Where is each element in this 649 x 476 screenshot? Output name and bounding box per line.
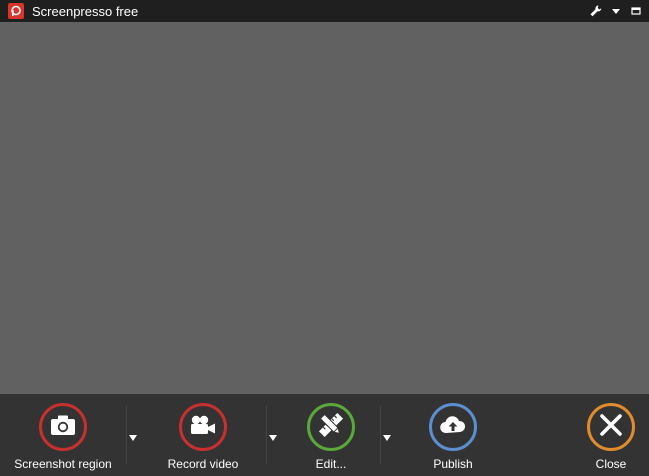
maximize-icon[interactable] (629, 4, 643, 18)
record-video-circle[interactable] (179, 403, 227, 451)
screenpresso-window: Screenpresso free Screenshot region Reco… (0, 0, 649, 476)
video-camera-icon (189, 414, 217, 441)
close-button[interactable]: Close (556, 403, 649, 471)
wrench-icon[interactable] (589, 4, 603, 18)
app-logo-icon (8, 3, 24, 19)
record-video-button[interactable]: Record video (148, 403, 258, 471)
bottom-toolbar: Screenshot region Record video Edit... P… (0, 394, 649, 476)
edit-button[interactable]: Edit... (276, 403, 386, 471)
window-title: Screenpresso free (32, 3, 139, 19)
screenshot-dropdown-arrow-icon[interactable] (127, 432, 139, 444)
close-x-icon (599, 413, 623, 442)
edit-dropdown-arrow-icon[interactable] (381, 432, 393, 444)
toolbar-separator (266, 406, 267, 464)
title-bar[interactable]: Screenpresso free (0, 0, 649, 22)
screenshot-region-circle[interactable] (39, 403, 87, 451)
screenshot-region-button[interactable]: Screenshot region (8, 403, 118, 471)
publish-label: Publish (433, 457, 473, 471)
camera-icon (50, 414, 76, 441)
cloud-upload-icon (439, 415, 467, 440)
screenshot-region-label: Screenshot region (14, 457, 112, 471)
close-circle[interactable] (587, 403, 635, 451)
edit-label: Edit... (315, 457, 347, 471)
close-label: Close (595, 457, 627, 471)
title-actions (589, 0, 643, 22)
capture-area[interactable] (0, 22, 649, 394)
edit-circle[interactable] (307, 403, 355, 451)
pencil-ruler-icon (317, 411, 345, 444)
publish-button[interactable]: Publish (398, 403, 508, 471)
toolbar-separator (380, 406, 381, 464)
dropdown-arrow-icon[interactable] (609, 4, 623, 18)
toolbar-separator (126, 406, 127, 464)
publish-circle[interactable] (429, 403, 477, 451)
record-video-label: Record video (167, 457, 239, 471)
